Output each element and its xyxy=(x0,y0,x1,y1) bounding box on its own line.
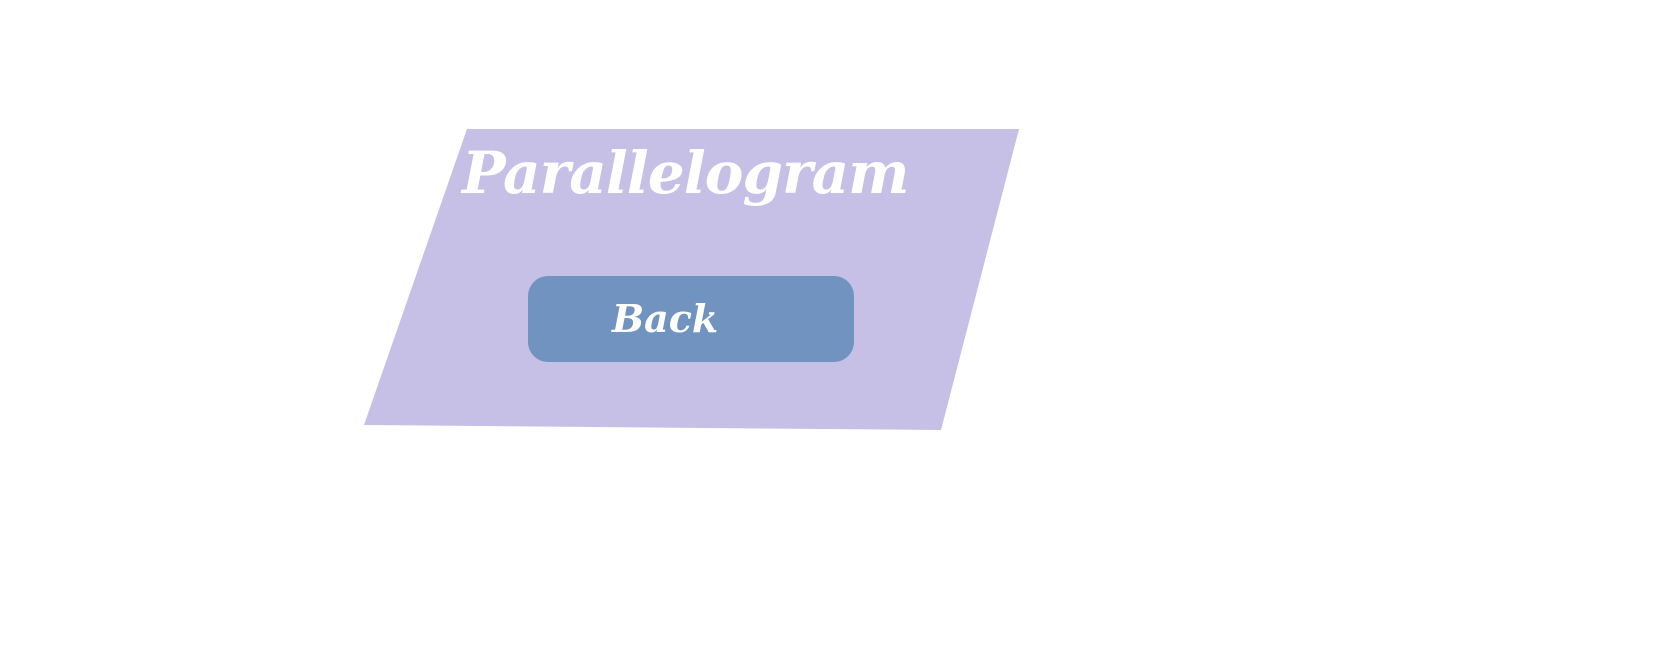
back-button[interactable]: Back xyxy=(528,276,854,362)
canvas: Parallelogram Back xyxy=(0,0,1672,668)
shape-title: Parallelogram xyxy=(462,139,910,207)
